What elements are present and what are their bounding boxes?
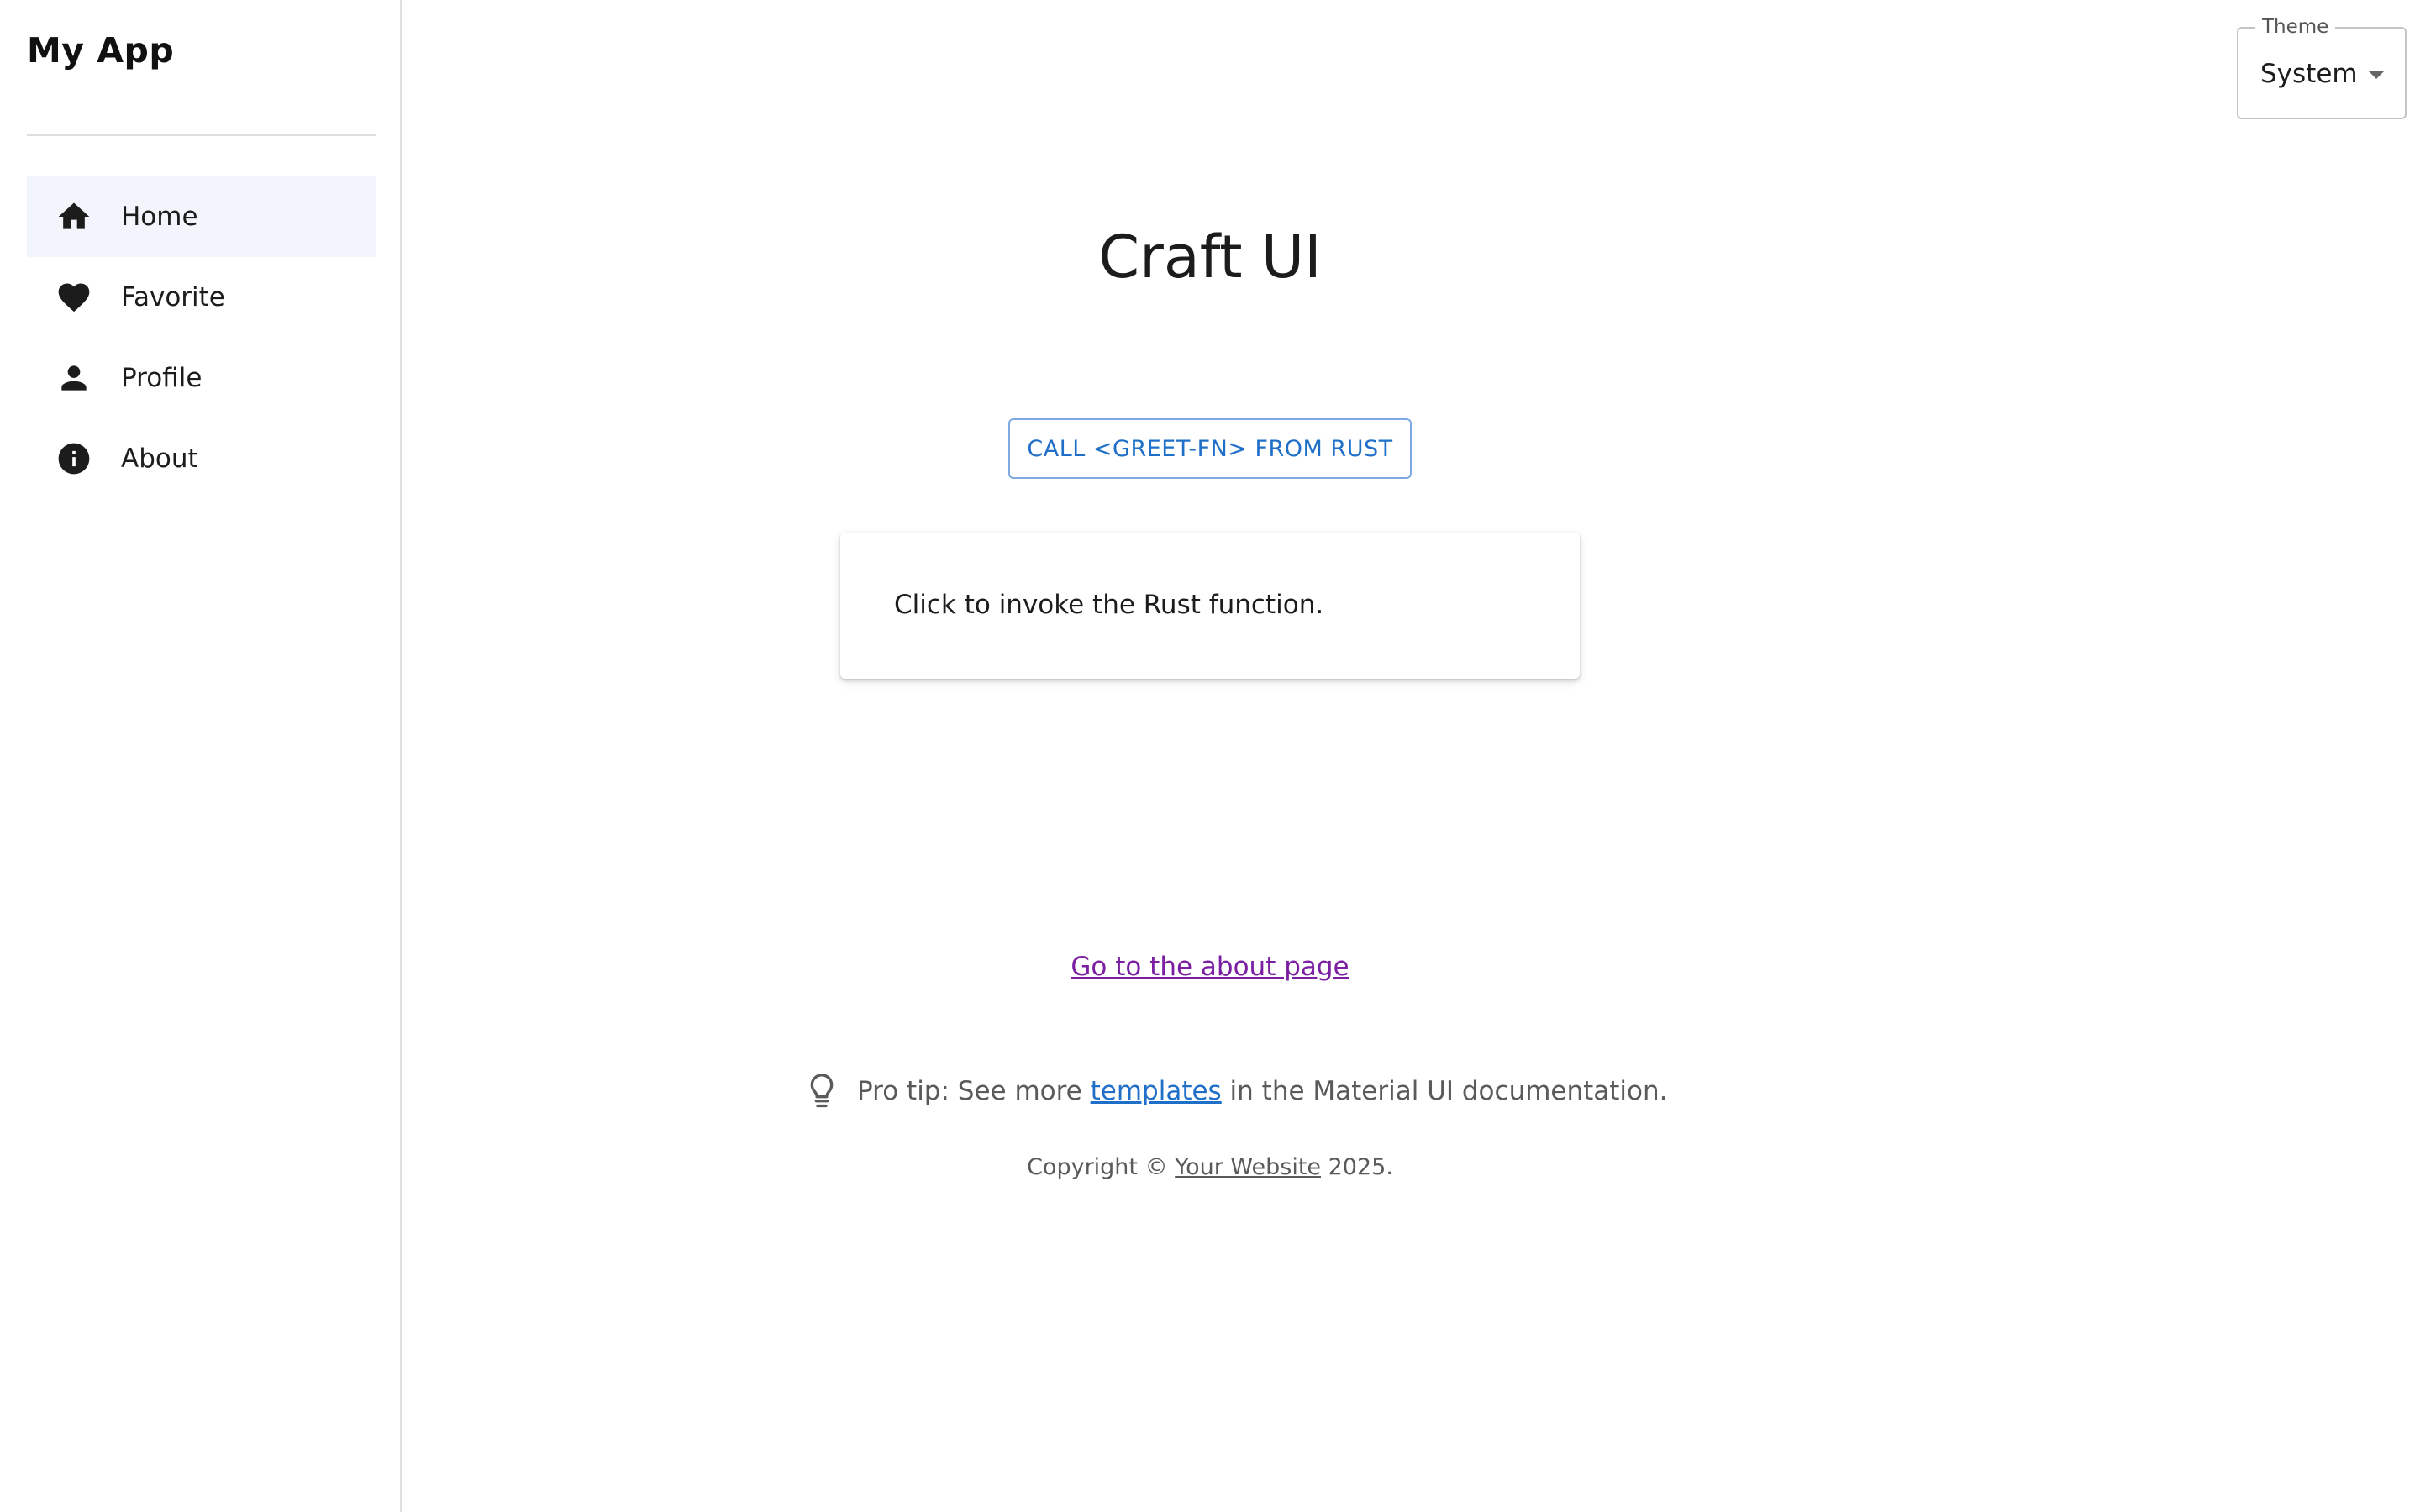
info-icon: [55, 440, 92, 477]
call-greet-fn-button[interactable]: CALL <GREET-FN> FROM RUST: [1008, 418, 1412, 479]
sidebar-item-about[interactable]: About: [27, 418, 376, 499]
sidebar-item-label: Favorite: [121, 282, 225, 312]
home-icon: [55, 198, 92, 235]
about-page-link[interactable]: Go to the about page: [840, 952, 1580, 982]
copyright: Copyright © Your Website 2025.: [840, 1154, 1580, 1180]
sidebar-item-home[interactable]: Home: [27, 176, 376, 257]
page-title: Craft UI: [1098, 222, 1322, 291]
result-card: Click to invoke the Rust function.: [840, 533, 1580, 679]
lightbulb-icon: [805, 1071, 839, 1111]
sidebar-item-profile[interactable]: Profile: [27, 338, 376, 418]
your-website-link[interactable]: Your Website: [1175, 1154, 1321, 1180]
app-title: My App: [27, 30, 175, 71]
sidebar-item-label: About: [121, 444, 198, 474]
pro-tip-prefix: Pro tip: See more: [857, 1076, 1091, 1106]
sidebar-divider: [27, 134, 376, 136]
sidebar-item-label: Home: [121, 202, 198, 232]
templates-link[interactable]: templates: [1091, 1076, 1222, 1106]
sidebar-nav: Home Favorite Profile About: [27, 176, 376, 499]
heart-icon: [55, 279, 92, 316]
sidebar-item-label: Profile: [121, 363, 203, 393]
sidebar: My App Home Favorite Profile About: [0, 0, 402, 1512]
pro-tip: Pro tip: See more templates in the Mater…: [805, 1068, 1668, 1114]
sidebar-item-favorite[interactable]: Favorite: [27, 257, 376, 338]
pro-tip-suffix: in the Material UI documentation.: [1221, 1076, 1668, 1106]
result-text: Click to invoke the Rust function.: [894, 590, 1324, 620]
person-icon: [55, 360, 92, 396]
app-root: My App Home Favorite Profile About Theme…: [0, 0, 2420, 1512]
main-content: Craft UI: [403, 0, 2420, 1512]
copyright-suffix: 2025.: [1321, 1154, 1393, 1180]
copyright-prefix: Copyright ©: [1027, 1154, 1176, 1180]
